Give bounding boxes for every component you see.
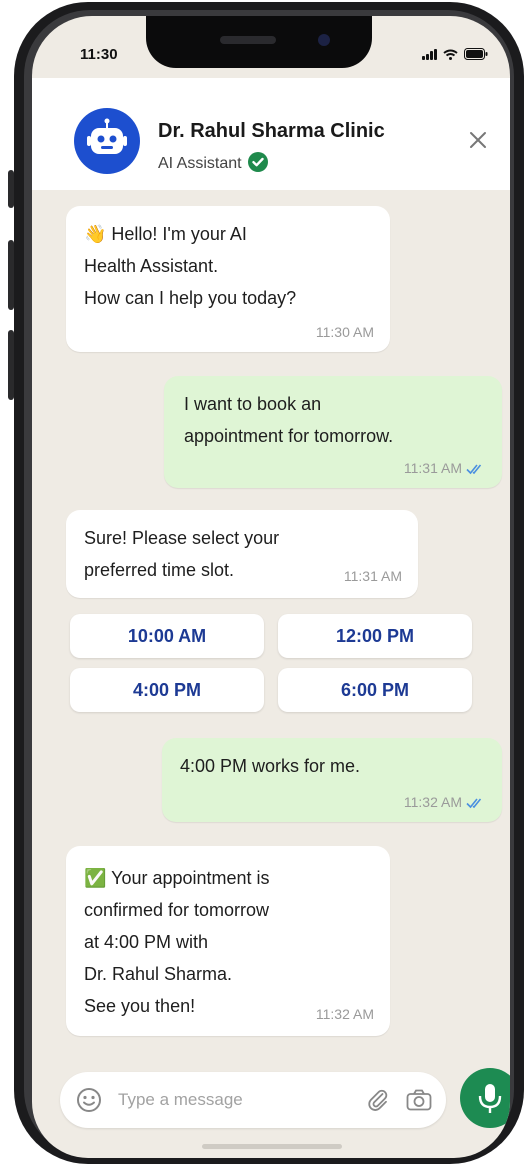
- wifi-icon: [443, 49, 458, 60]
- time-slot-button[interactable]: 4:00 PM: [70, 668, 264, 712]
- message-time: 11:32 AM: [403, 794, 462, 810]
- microphone-icon: [478, 1084, 502, 1113]
- chat-header: Dr. Rahul Sharma Clinic AI Assistant: [32, 78, 510, 190]
- message-meta: 11:31 AM: [404, 460, 486, 476]
- time-slot-button[interactable]: 6:00 PM: [278, 668, 472, 712]
- notch: [146, 16, 372, 68]
- time-slot-button[interactable]: 12:00 PM: [278, 614, 472, 658]
- verified-check-icon: [247, 152, 268, 172]
- volume-down-button: [8, 330, 14, 400]
- message-line: preferred time slot.: [84, 560, 235, 580]
- message-line: I want to book an: [184, 394, 322, 414]
- mute-switch: [8, 170, 14, 208]
- contact-subtitle-text: AI Assistant: [158, 155, 242, 172]
- bot-message: 👋 Hello! I'm your AI Health Assistant. H…: [66, 206, 390, 352]
- message-time: 11:31 AM: [343, 568, 402, 584]
- message-line: appointment for tomorrow.: [184, 426, 394, 446]
- message-time: 11:30 AM: [315, 324, 374, 340]
- emoji-icon[interactable]: [76, 1087, 102, 1113]
- contact-name[interactable]: Dr. Rahul Sharma Clinic: [158, 120, 385, 143]
- avatar[interactable]: [74, 108, 140, 174]
- status-icons: [422, 48, 488, 60]
- message-input[interactable]: Type a message: [118, 1090, 243, 1110]
- message-line: ✅ Your appointment is: [84, 868, 270, 888]
- message-line: Health Assistant.: [84, 256, 219, 276]
- read-ticks-icon: [466, 798, 482, 809]
- bot-message: Sure! Please select your preferred time …: [66, 510, 418, 598]
- message-time: 11:32 AM: [315, 1006, 374, 1022]
- message-input-bar[interactable]: Type a message: [60, 1072, 446, 1128]
- status-time: 11:30: [80, 46, 118, 63]
- message-line: 4:00 PM works for me.: [180, 756, 361, 776]
- user-message: 4:00 PM works for me. 11:32 AM: [162, 738, 502, 822]
- paperclip-icon[interactable]: [366, 1088, 390, 1112]
- signal-icon: [422, 48, 437, 60]
- microphone-button[interactable]: [460, 1068, 510, 1128]
- close-icon[interactable]: [466, 128, 490, 152]
- message-line: How can I help you today?: [84, 288, 297, 308]
- message-line: Dr. Rahul Sharma.: [84, 964, 233, 984]
- time-slot-button[interactable]: 10:00 AM: [70, 614, 264, 658]
- message-line: See you then!: [84, 996, 196, 1016]
- message-meta: 11:32 AM: [404, 794, 486, 810]
- bot-message: ✅ Your appointment is confirmed for tomo…: [66, 846, 390, 1036]
- volume-up-button: [8, 240, 14, 310]
- user-message: I want to book an appointment for tomorr…: [164, 376, 502, 488]
- message-line: at 4:00 PM with: [84, 932, 209, 952]
- message-line: Sure! Please select your: [84, 528, 280, 548]
- contact-subtitle: AI Assistant: [158, 152, 268, 173]
- message-line: confirmed for tomorrow: [84, 900, 270, 920]
- message-line: 👋 Hello! I'm your AI: [84, 224, 247, 244]
- phone-screen: 11:30 Dr. Rahul Sharma Clinic AI Assista…: [32, 16, 510, 1158]
- read-ticks-icon: [466, 464, 482, 475]
- home-indicator: [202, 1144, 342, 1149]
- robot-icon: [87, 118, 127, 154]
- camera-icon[interactable]: [406, 1089, 432, 1111]
- front-camera: [318, 34, 330, 46]
- message-time: 11:31 AM: [403, 460, 462, 476]
- battery-icon: [464, 48, 488, 60]
- earpiece-speaker: [220, 36, 276, 44]
